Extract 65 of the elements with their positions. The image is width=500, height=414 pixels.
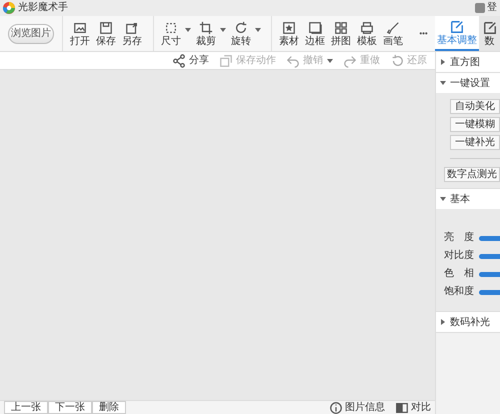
app-logo-icon <box>3 2 15 14</box>
window-title: 光影魔术手 <box>18 3 68 13</box>
action-button[interactable]: 分享 <box>172 54 209 68</box>
section-header[interactable]: 一键设置 <box>436 73 500 93</box>
frame-icon <box>308 20 322 34</box>
toolbar-button[interactable]: 旋转 <box>228 20 254 46</box>
toolbar-button[interactable]: 保存 <box>93 20 120 46</box>
dropdown-caret-icon <box>185 26 192 32</box>
crop-icon <box>199 20 214 34</box>
toolbar-button[interactable]: 尺寸 <box>158 20 184 46</box>
redo-icon <box>343 54 357 68</box>
caret-icon <box>440 59 446 65</box>
dropdown-caret-icon <box>255 26 262 32</box>
nav-button[interactable]: 上一张 <box>4 401 48 414</box>
toolbar-button[interactable]: 画笔 <box>380 20 406 46</box>
caret-icon <box>440 319 446 325</box>
section-header[interactable]: 数码补光 <box>436 312 500 332</box>
preset-button[interactable]: 自动美化 <box>450 99 500 114</box>
edit-icon <box>482 20 496 34</box>
slider-label: 亮 度 <box>444 233 475 243</box>
undo-icon <box>286 54 300 68</box>
share-icon <box>172 54 186 68</box>
slider-track[interactable] <box>479 236 500 240</box>
preset-button[interactable]: 一键补光 <box>450 135 500 150</box>
compare-icon <box>395 400 409 414</box>
more-button[interactable]: ••• <box>412 30 435 38</box>
toolbar-button[interactable]: 模板 <box>354 20 380 46</box>
slider-track[interactable] <box>479 290 500 294</box>
toolbar-button[interactable]: 边框 <box>302 20 328 46</box>
toolbar-button[interactable]: 另存 <box>119 20 146 46</box>
dropdown-caret-icon <box>327 58 333 64</box>
nav-button[interactable]: 下一张 <box>48 401 92 414</box>
print-icon <box>360 20 374 34</box>
toolbar-button[interactable]: 裁剪 <box>193 20 220 46</box>
nav-button[interactable]: 删除 <box>92 401 126 414</box>
caret-icon <box>440 196 446 202</box>
toolbar-button[interactable]: 素材 <box>276 20 302 46</box>
save-icon <box>99 20 114 34</box>
browse-button[interactable]: 浏览图片 <box>8 24 54 44</box>
info-icon <box>329 400 343 414</box>
panel-tab[interactable]: 数 <box>479 16 500 51</box>
status-button[interactable]: 对比 <box>395 400 431 414</box>
section-header[interactable]: 基本 <box>436 189 500 209</box>
dropdown-caret-icon <box>220 26 226 32</box>
saveas-icon <box>125 20 140 34</box>
edit-icon <box>450 20 464 34</box>
brush-icon <box>386 20 400 34</box>
slider-label: 对比度 <box>444 251 475 261</box>
grid-icon <box>334 20 348 34</box>
toolbar-button[interactable]: 拼图 <box>328 20 354 46</box>
preset-button[interactable]: 数字点测光 <box>444 167 500 182</box>
slider-track[interactable] <box>479 272 500 276</box>
slider-label: 饱和度 <box>444 287 475 297</box>
slider-track[interactable] <box>479 254 500 258</box>
caret-icon <box>440 80 446 86</box>
panel-tab[interactable]: 基本调整 <box>435 16 479 51</box>
toolbar-button[interactable]: 打开 <box>67 20 94 46</box>
restore-icon <box>390 54 404 68</box>
open-icon <box>73 20 88 34</box>
slider-label: 色 相 <box>444 269 475 279</box>
login-link[interactable]: 登 <box>487 3 497 13</box>
preset-button[interactable]: 一键模糊 <box>450 117 500 132</box>
rotate-icon <box>234 20 248 34</box>
section-header[interactable]: 直方图 <box>436 52 500 72</box>
status-button[interactable]: 图片信息 <box>329 400 385 414</box>
